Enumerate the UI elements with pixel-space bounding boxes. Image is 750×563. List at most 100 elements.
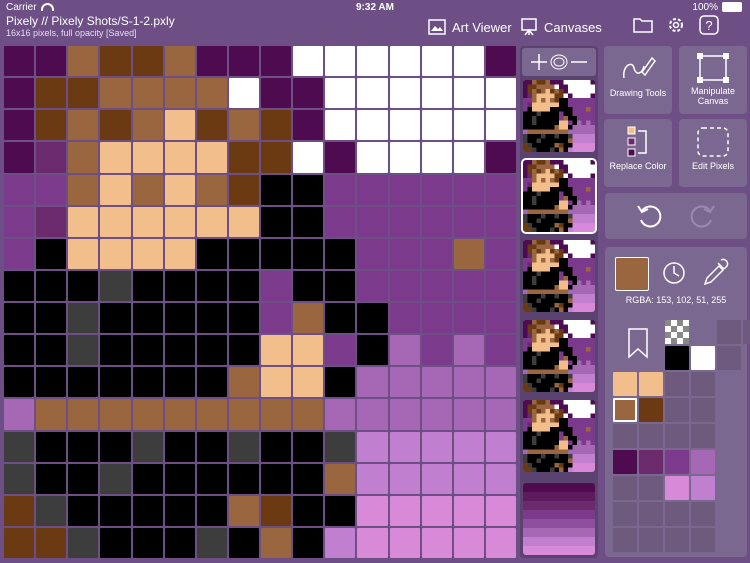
pixel-cell[interactable] xyxy=(421,174,452,205)
pixel-cell[interactable] xyxy=(68,206,99,237)
pixel-cell[interactable] xyxy=(453,335,484,366)
pixel-cell[interactable] xyxy=(389,431,420,462)
pixel-cell[interactable] xyxy=(100,46,131,77)
pixel-cell[interactable] xyxy=(100,431,131,462)
pixel-cell[interactable] xyxy=(36,46,67,77)
pixel-cell[interactable] xyxy=(164,399,195,430)
palette-swatch[interactable] xyxy=(691,450,715,474)
pixel-cell[interactable] xyxy=(4,174,35,205)
pixel-cell[interactable] xyxy=(261,174,292,205)
pixel-cell[interactable] xyxy=(453,78,484,109)
pixel-cell[interactable] xyxy=(164,431,195,462)
pixel-cell[interactable] xyxy=(261,110,292,141)
palette-swatch[interactable] xyxy=(639,450,663,474)
pixel-cell[interactable] xyxy=(164,174,195,205)
pixel-cell[interactable] xyxy=(261,495,292,526)
pixel-cell[interactable] xyxy=(100,527,131,558)
pixel-cell[interactable] xyxy=(100,463,131,494)
pixel-cell[interactable] xyxy=(485,527,516,558)
pixel-cell[interactable] xyxy=(36,367,67,398)
pixel-cell[interactable] xyxy=(228,110,259,141)
pixel-cell[interactable] xyxy=(4,367,35,398)
pixel-cell[interactable] xyxy=(389,527,420,558)
pixel-cell[interactable] xyxy=(261,46,292,77)
pixel-cell[interactable] xyxy=(389,270,420,301)
pixel-cell[interactable] xyxy=(196,495,227,526)
pixel-cell[interactable] xyxy=(421,238,452,269)
pixel-cell[interactable] xyxy=(132,495,163,526)
pixel-cell[interactable] xyxy=(228,463,259,494)
pixel-cell[interactable] xyxy=(293,174,324,205)
frame-thumbnail[interactable] xyxy=(523,400,595,472)
pixel-cell[interactable] xyxy=(132,270,163,301)
pixel-cell[interactable] xyxy=(4,463,35,494)
pixel-cell[interactable] xyxy=(4,206,35,237)
pixel-cell[interactable] xyxy=(68,46,99,77)
pixel-cell[interactable] xyxy=(485,174,516,205)
pixel-cell[interactable] xyxy=(4,335,35,366)
pixel-cell[interactable] xyxy=(421,78,452,109)
pixel-cell[interactable] xyxy=(357,527,388,558)
pixel-cell[interactable] xyxy=(325,174,356,205)
pixel-cell[interactable] xyxy=(453,303,484,334)
pixel-cell[interactable] xyxy=(261,78,292,109)
pixel-cell[interactable] xyxy=(68,270,99,301)
palette-swatch[interactable] xyxy=(665,372,689,396)
pixel-cell[interactable] xyxy=(485,206,516,237)
pixel-cell[interactable] xyxy=(196,431,227,462)
pixel-cell[interactable] xyxy=(293,335,324,366)
palette-swatch[interactable] xyxy=(665,528,689,552)
pixel-cell[interactable] xyxy=(293,78,324,109)
pixel-cell[interactable] xyxy=(36,431,67,462)
pixel-cell[interactable] xyxy=(421,463,452,494)
pixel-cell[interactable] xyxy=(132,46,163,77)
pixel-cell[interactable] xyxy=(293,399,324,430)
pixel-cell[interactable] xyxy=(100,399,131,430)
pixel-cell[interactable] xyxy=(4,431,35,462)
pixel-cell[interactable] xyxy=(357,46,388,77)
pixel-cell[interactable] xyxy=(293,110,324,141)
pixel-cell[interactable] xyxy=(36,206,67,237)
palette-swatch[interactable] xyxy=(691,346,715,370)
pixel-cell[interactable] xyxy=(421,270,452,301)
pixel-cell[interactable] xyxy=(4,142,35,173)
pixel-cell[interactable] xyxy=(228,399,259,430)
pixel-cell[interactable] xyxy=(68,431,99,462)
pixel-cell[interactable] xyxy=(68,367,99,398)
pixel-cell[interactable] xyxy=(164,495,195,526)
pixel-cell[interactable] xyxy=(421,46,452,77)
pixel-cell[interactable] xyxy=(293,270,324,301)
pixel-cell[interactable] xyxy=(389,303,420,334)
pixel-cell[interactable] xyxy=(485,399,516,430)
palette-swatch[interactable] xyxy=(613,372,637,396)
pixel-cell[interactable] xyxy=(164,367,195,398)
frame-thumbnail[interactable] xyxy=(523,240,595,312)
pixel-cell[interactable] xyxy=(453,174,484,205)
frame-thumbnail[interactable] xyxy=(523,320,595,392)
palette-swatch[interactable] xyxy=(639,476,663,500)
pixel-cell[interactable] xyxy=(196,238,227,269)
pixel-cell[interactable] xyxy=(389,110,420,141)
pixel-cell[interactable] xyxy=(325,238,356,269)
pixel-cell[interactable] xyxy=(453,463,484,494)
pixel-cell[interactable] xyxy=(261,206,292,237)
pixel-cell[interactable] xyxy=(325,463,356,494)
pixel-cell[interactable] xyxy=(228,238,259,269)
pixel-cell[interactable] xyxy=(4,270,35,301)
pixel-cell[interactable] xyxy=(132,463,163,494)
pixel-cell[interactable] xyxy=(68,78,99,109)
pixel-cell[interactable] xyxy=(196,463,227,494)
palette-swatch[interactable] xyxy=(691,476,715,500)
pixel-cell[interactable] xyxy=(389,495,420,526)
pixel-cell[interactable] xyxy=(228,206,259,237)
pixel-cell[interactable] xyxy=(421,335,452,366)
pixel-cell[interactable] xyxy=(453,270,484,301)
pixel-cell[interactable] xyxy=(485,335,516,366)
art-viewer-button[interactable]: Art Viewer xyxy=(428,16,512,38)
palette-swatch[interactable] xyxy=(717,320,741,344)
pixel-cell[interactable] xyxy=(485,78,516,109)
palette-swatch[interactable] xyxy=(691,528,715,552)
palette-swatch[interactable] xyxy=(665,476,689,500)
pixel-cell[interactable] xyxy=(36,335,67,366)
undo-icon[interactable] xyxy=(635,201,665,231)
